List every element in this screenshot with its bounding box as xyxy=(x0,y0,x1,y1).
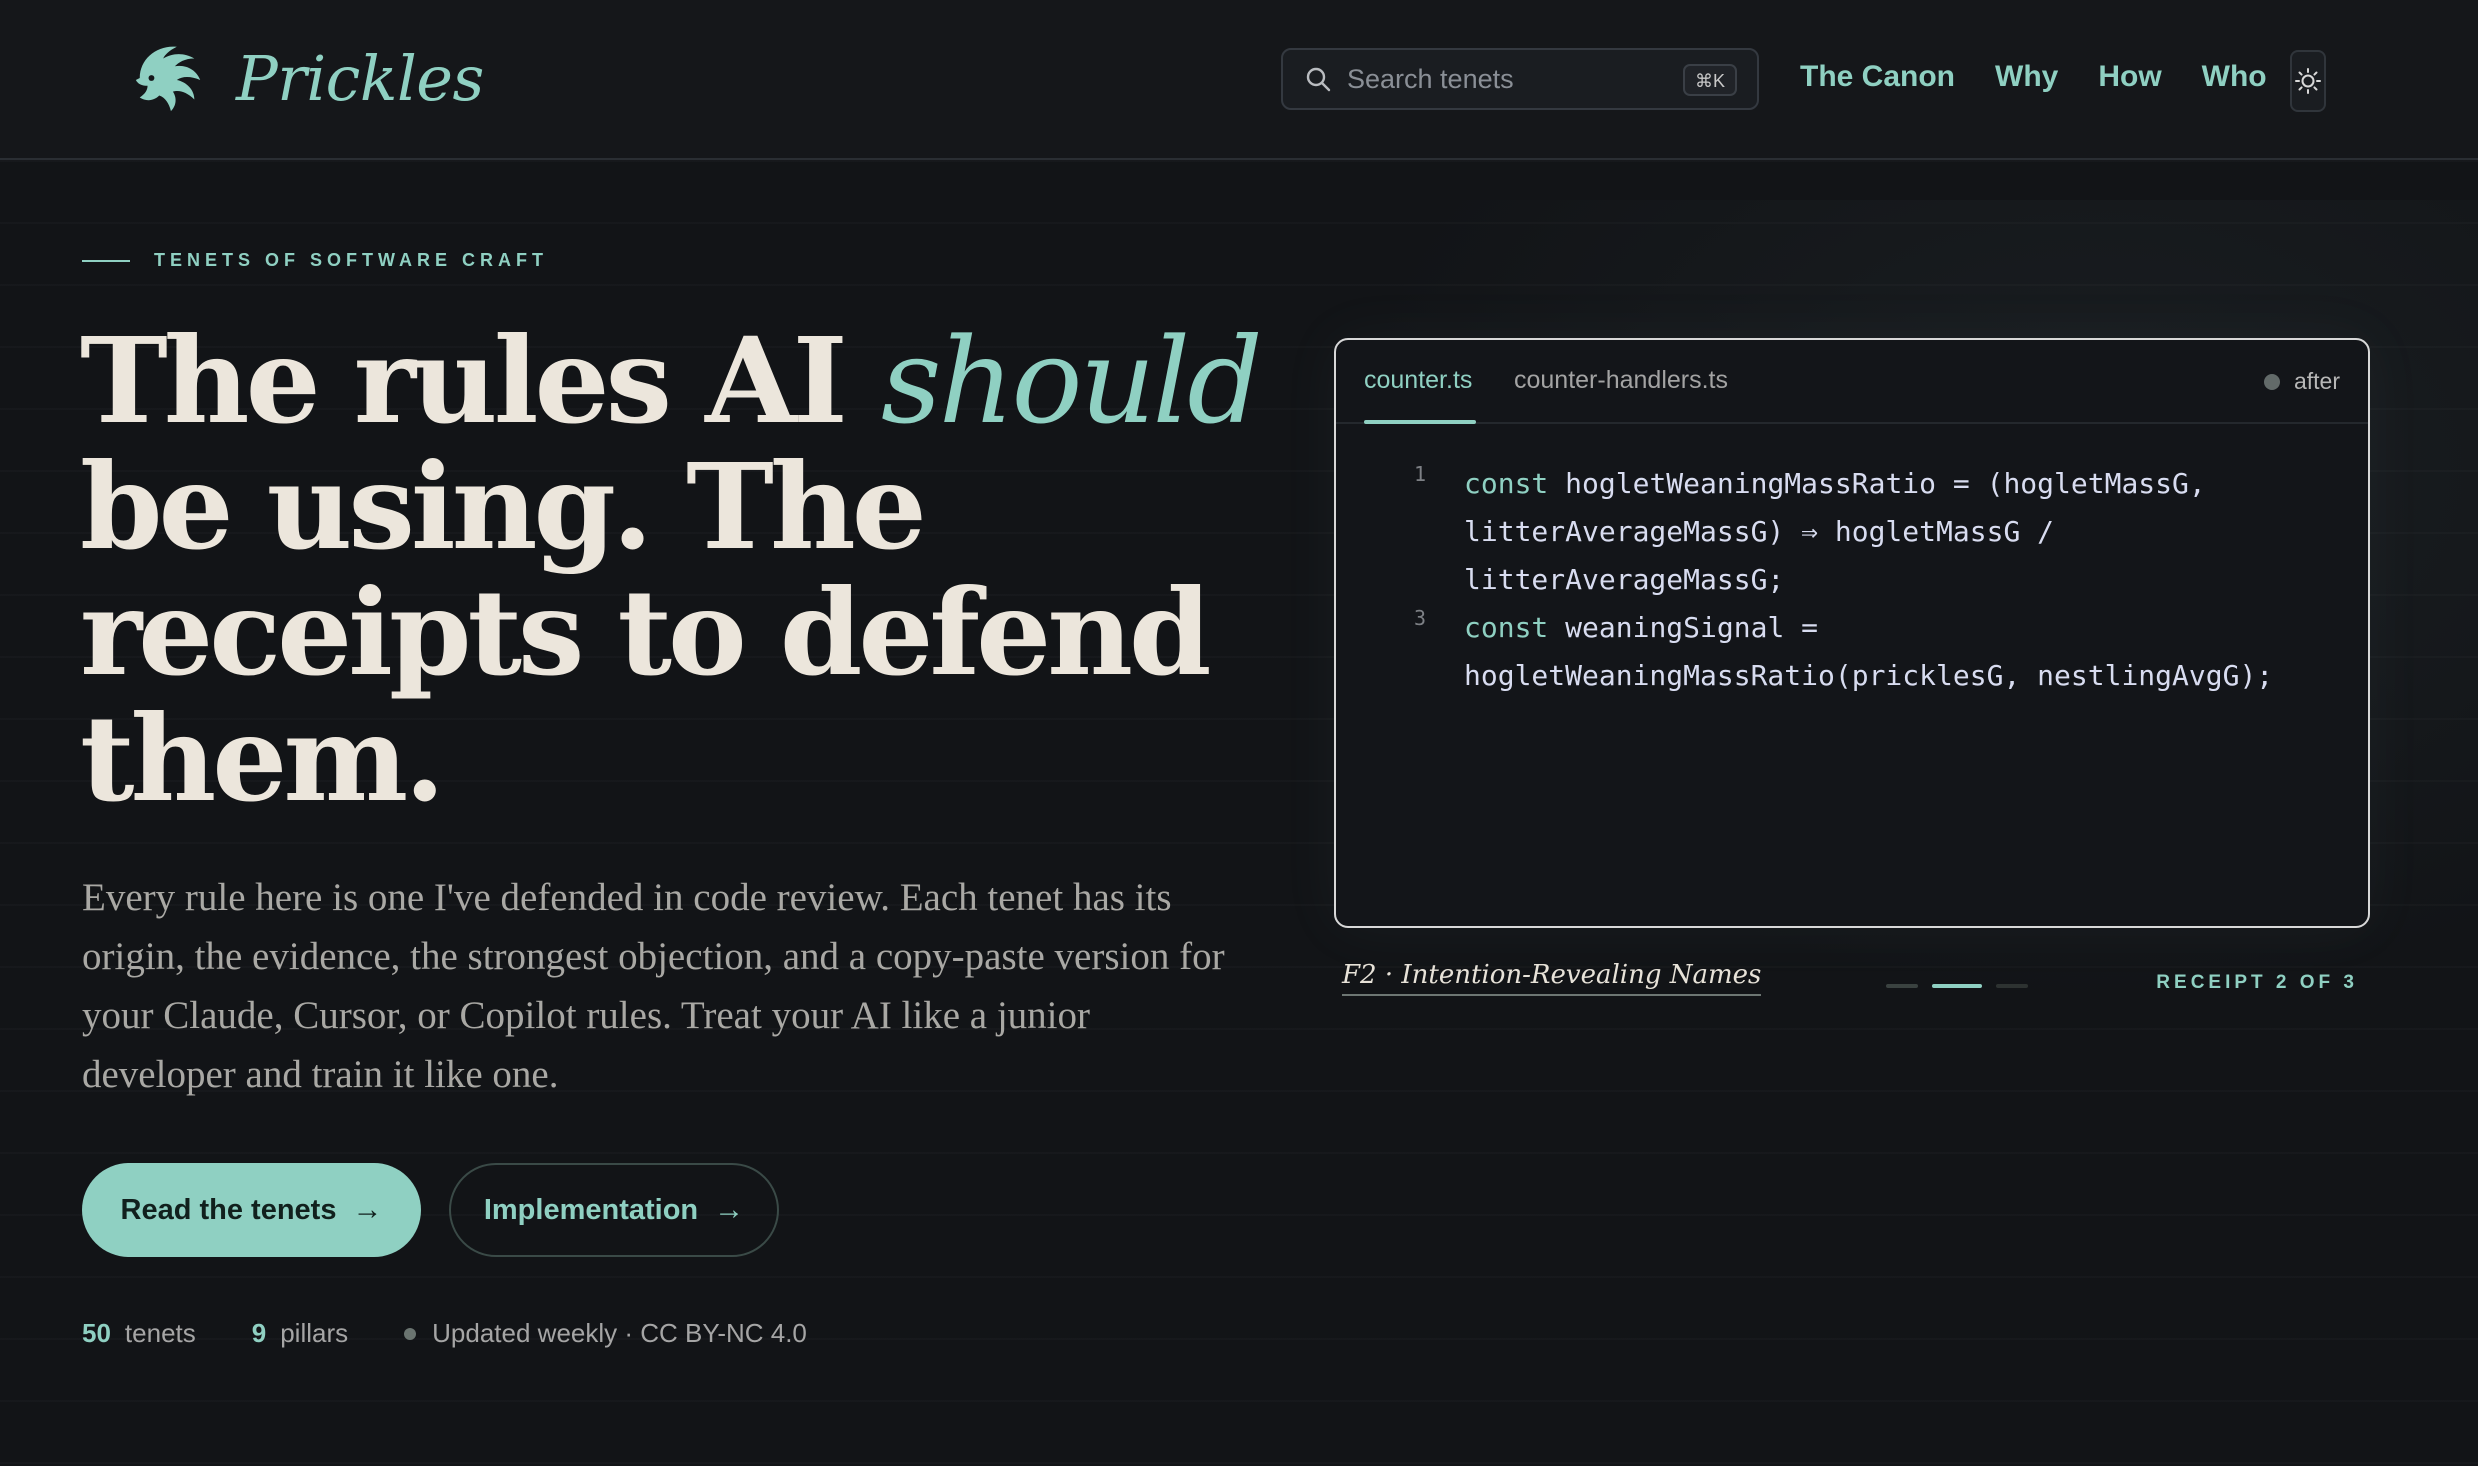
state-label: after xyxy=(2293,368,2340,394)
search-input[interactable]: Search tenets ⌘K xyxy=(1281,48,1759,110)
hero-eyebrow: TENETS OF SOFTWARE CRAFT xyxy=(82,250,548,271)
hedgehog-logo-icon xyxy=(135,46,201,112)
tenets-count: 50 xyxy=(82,1318,111,1348)
code-tabs: counter.ts counter-handlers.ts after xyxy=(1336,340,2368,424)
brand-link[interactable]: Prickles xyxy=(130,38,484,118)
line-content: litterAverageMassG) ⇒ hogletMassG / xyxy=(1464,508,2054,556)
code-text: weaningSignal = xyxy=(1548,611,1819,644)
status-dot-icon xyxy=(404,1327,417,1340)
active-tab-indicator xyxy=(1364,420,1476,424)
implementation-button[interactable]: Implementation → xyxy=(449,1163,779,1257)
read-tenets-label: Read the tenets xyxy=(120,1193,337,1226)
code-keyword: const xyxy=(1464,467,1549,500)
pillars-label: pillars xyxy=(280,1318,349,1348)
theme-toggle-button[interactable] xyxy=(2290,50,2326,112)
code-text: hogletWeaningMassRatio = (hogletMassG, xyxy=(1548,467,2206,500)
eyebrow-rule xyxy=(82,259,130,262)
pager-dot-3[interactable] xyxy=(1996,984,2028,988)
arrow-right-icon: → xyxy=(714,1193,745,1226)
code-line: litterAverageMassG; xyxy=(1336,556,2368,604)
headline-after: be using. The receipts to defend them. xyxy=(80,437,1212,828)
main-nav: The Canon Why How Who xyxy=(1800,60,2307,94)
line-number: 1 xyxy=(1413,462,1426,486)
receipt-counter: RECEIPT 2 OF 3 xyxy=(2156,972,2358,993)
code-text: litterAverageMassG; xyxy=(1464,563,1785,596)
pager-dot-2-active[interactable] xyxy=(1932,984,1982,988)
line-content: hogletWeaningMassRatio(pricklesG, nestli… xyxy=(1464,652,2273,700)
code-line: 1 const hogletWeaningMassRatio = (hoglet… xyxy=(1336,460,2368,508)
code-line: litterAverageMassG) ⇒ hogletMassG / xyxy=(1336,508,2368,556)
tenet-link[interactable]: F2 · Intention-Revealing Names xyxy=(1342,960,1762,996)
headline-before: The rules AI xyxy=(80,311,881,450)
eyebrow-text: TENETS OF SOFTWARE CRAFT xyxy=(154,250,548,270)
pager-dot-1[interactable] xyxy=(1886,984,1918,988)
code-keyword: const xyxy=(1464,611,1549,644)
tab-counter-ts[interactable]: counter.ts xyxy=(1364,366,1476,424)
tab-label: counter-handlers.ts xyxy=(1514,366,1729,394)
pillars-count: 9 xyxy=(251,1318,267,1348)
code-example-card: counter.ts counter-handlers.ts after 1 c… xyxy=(1334,338,2370,928)
code-text: litterAverageMassG) ⇒ hogletMassG / xyxy=(1464,515,2055,548)
implementation-label: Implementation xyxy=(483,1193,699,1226)
nav-link-the-canon[interactable]: The Canon xyxy=(1800,60,1955,94)
headline-emphasis: should xyxy=(880,312,1263,450)
code-line: 3 const weaningSignal = xyxy=(1336,604,2368,652)
line-content: const hogletWeaningMassRatio = (hogletMa… xyxy=(1464,460,2206,508)
nav-link-how[interactable]: How xyxy=(2098,60,2161,94)
arrow-right-icon: → xyxy=(352,1193,383,1226)
nav-link-who[interactable]: Who xyxy=(2202,60,2267,94)
hero-headline: The rules AI should be using. The receip… xyxy=(80,318,1280,822)
line-number: 3 xyxy=(1413,606,1426,630)
hero-stats: 50 tenets 9 pillars Updated weekly · CC … xyxy=(82,1318,807,1349)
search-icon xyxy=(1306,67,1331,92)
tab-label: counter.ts xyxy=(1364,366,1473,394)
line-content: const weaningSignal = xyxy=(1464,604,1818,652)
site-header: Prickles Search tenets ⌘K The Canon Why … xyxy=(0,0,2478,160)
updated-license-text: Updated weekly · CC BY-NC 4.0 xyxy=(432,1318,807,1348)
code-state-badge: after xyxy=(2263,368,2340,395)
receipt-pager xyxy=(1886,984,2042,988)
brand-name: Prickles xyxy=(236,41,484,115)
code-text: hogletWeaningMassRatio(pricklesG, nestli… xyxy=(1464,659,2274,692)
hero-lede: Every rule here is one I've defended in … xyxy=(82,876,1225,1096)
read-tenets-button[interactable]: Read the tenets → xyxy=(82,1163,421,1257)
sun-icon xyxy=(2295,68,2321,94)
tab-counter-handlers-ts[interactable]: counter-handlers.ts xyxy=(1514,366,1728,395)
code-block: 1 const hogletWeaningMassRatio = (hoglet… xyxy=(1336,460,2368,700)
tenets-label: tenets xyxy=(124,1318,196,1348)
search-placeholder: Search tenets xyxy=(1347,63,1514,94)
code-line: hogletWeaningMassRatio(pricklesG, nestli… xyxy=(1336,652,2368,700)
nav-link-why[interactable]: Why xyxy=(1995,60,2058,94)
line-content: litterAverageMassG; xyxy=(1464,556,1784,604)
state-dot-icon xyxy=(2263,373,2280,390)
search-shortcut-badge: ⌘K xyxy=(1682,64,1737,96)
